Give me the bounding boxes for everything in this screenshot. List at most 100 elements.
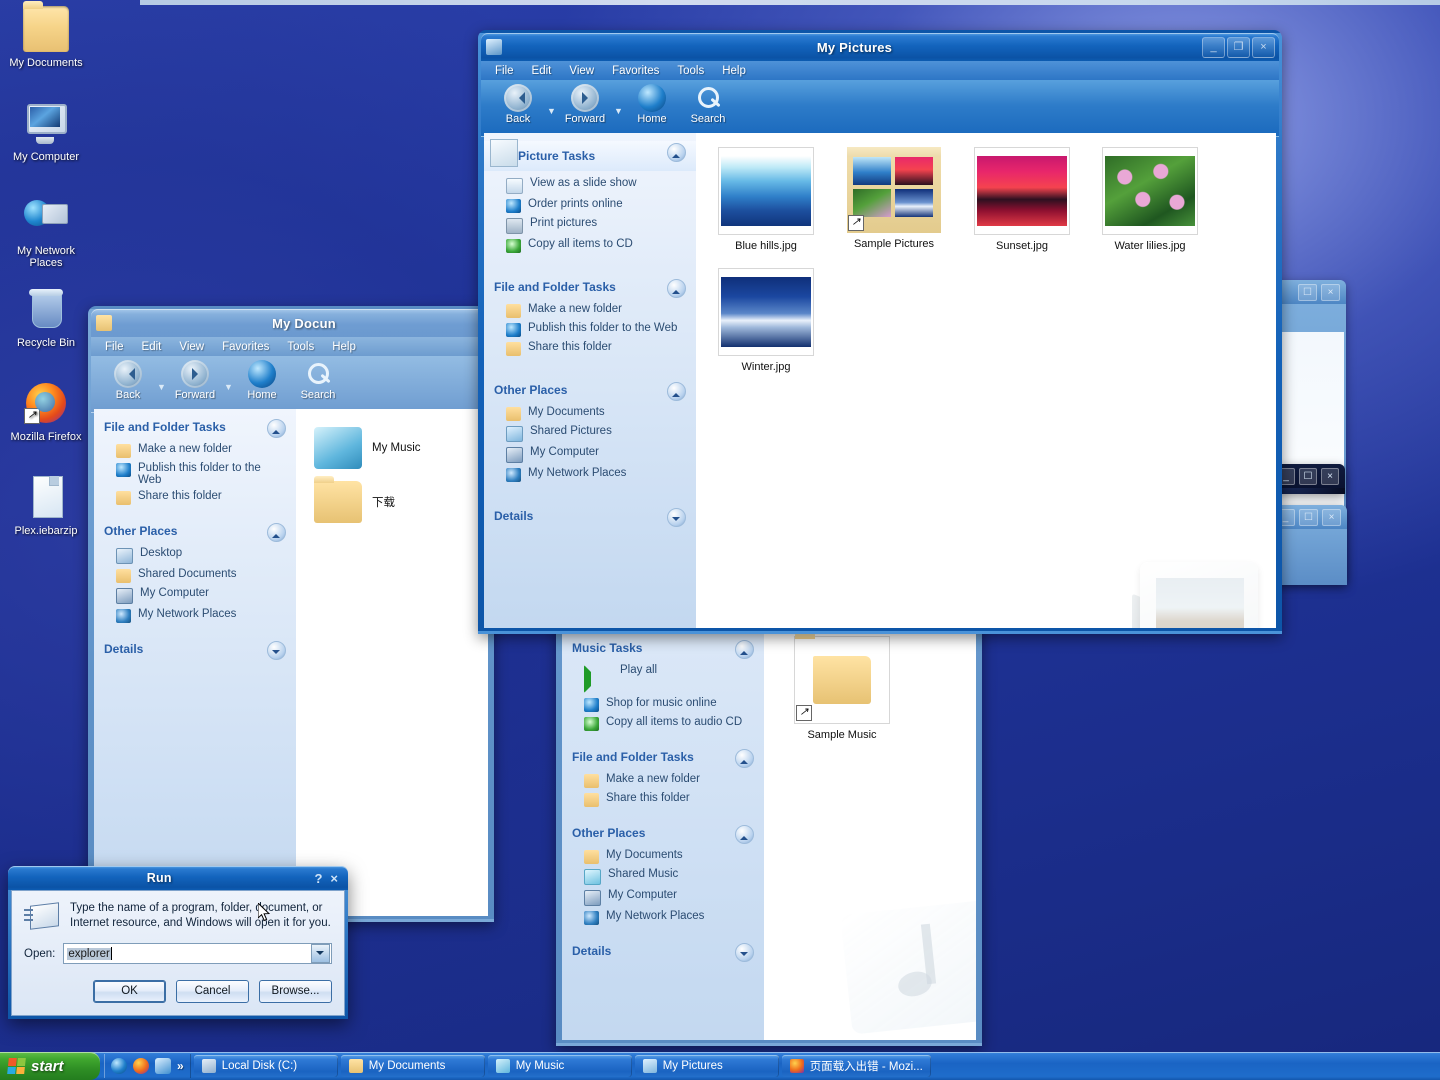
taskbar[interactable]: start » Local Disk (C:) My Documents My … [0,1052,1440,1080]
search-button[interactable]: Search [291,360,345,401]
desktop-icon-my-network-places[interactable]: My Network Places [0,194,92,270]
file-item[interactable]: Blue hills.jpg [712,147,820,252]
forward-button[interactable]: Forward [558,84,612,125]
taskbar-item-firefox[interactable]: 页面载入出错 - Mozi... [781,1055,931,1077]
menu-favorites[interactable]: Favorites [214,340,277,354]
menu-view[interactable]: View [561,64,602,78]
task-item[interactable]: Share this folder [94,488,296,507]
close-button[interactable]: × [1252,36,1275,58]
chevron-down-icon[interactable] [311,944,330,963]
forward-button[interactable]: Forward [168,360,222,401]
task-item[interactable]: Make a new folder [94,441,296,460]
cancel-button[interactable]: Cancel [176,980,249,1003]
task-section-header[interactable]: File and Folder Tasks [562,747,764,768]
task-item[interactable]: Publish this folder to the Web [484,320,696,339]
desktop-icon-mozilla-firefox[interactable]: ↗ Mozilla Firefox [0,380,92,444]
taskbar-item-my-music[interactable]: My Music [487,1055,632,1077]
chevron-up-icon[interactable] [267,523,286,542]
menu-view[interactable]: View [171,340,212,354]
my-pictures-window[interactable]: My Pictures _ ❐ × File Edit View Favorit… [478,30,1282,634]
chevron-up-icon[interactable] [667,382,686,401]
task-item[interactable]: Publish this folder to the Web [94,460,296,488]
desktop-icon-recycle-bin[interactable]: Recycle Bin [0,286,92,350]
maximize-button[interactable]: ☐ [1298,283,1317,301]
run-open-input[interactable]: explorer [63,943,332,964]
background-window-2[interactable]: _ ☐ × [1277,464,1345,494]
maximize-button[interactable]: ❐ [1227,36,1250,58]
task-section-header[interactable]: Details [484,506,696,527]
file-item[interactable]: Sunset.jpg [968,147,1076,252]
background-window-3[interactable]: _ ☐ × [1275,505,1347,585]
close-button[interactable]: × [1321,467,1339,485]
chevron-up-icon[interactable] [267,419,286,438]
back-dropdown[interactable]: ▼ [157,360,166,392]
run-window-controls[interactable]: ? × [310,871,348,886]
taskbar-item-my-documents[interactable]: My Documents [340,1055,485,1077]
background-window-2-titlebar[interactable]: _ ☐ × [1277,464,1345,488]
search-button[interactable]: Search [681,84,735,125]
task-section-header[interactable]: Picture Tasks [484,139,696,171]
file-item[interactable]: ↗ Sample Pictures [840,147,948,252]
my-documents-titlebar[interactable]: My Docun [91,309,491,337]
task-section-header[interactable]: Other Places [562,823,764,844]
background-window-1-titlebar[interactable]: ☐ × [1276,280,1346,304]
task-section-header[interactable]: Details [562,941,764,962]
task-item[interactable]: Copy all items to CD [484,236,696,255]
menu-favorites[interactable]: Favorites [604,64,667,78]
chevron-up-icon[interactable] [667,143,686,162]
task-item[interactable]: My Computer [94,585,296,606]
desktop-icon-plex-iebarzip[interactable]: Plex.iebarzip [0,474,92,538]
chevron-up-icon[interactable] [735,749,754,768]
task-item[interactable]: Order prints online [484,196,696,215]
taskbar-item-my-pictures[interactable]: My Pictures [634,1055,779,1077]
browse-button[interactable]: Browse... [259,980,332,1003]
menu-help[interactable]: Help [714,64,754,78]
task-item[interactable]: Make a new folder [484,301,696,320]
menu-tools[interactable]: Tools [669,64,712,78]
task-item[interactable]: My Documents [484,404,696,423]
menu-file[interactable]: File [97,340,132,354]
home-button[interactable]: Home [235,360,289,401]
task-section-header[interactable]: Other Places [94,521,296,542]
forward-dropdown[interactable]: ▼ [224,360,233,392]
menu-file[interactable]: File [487,64,522,78]
task-item[interactable]: My Documents [562,847,764,866]
task-section-header[interactable]: File and Folder Tasks [94,417,296,438]
desktop-icon-my-computer[interactable]: My Computer [0,100,92,164]
task-section-header[interactable]: Other Places [484,380,696,401]
task-item[interactable]: Make a new folder [562,771,764,790]
task-item[interactable]: Shared Pictures [484,423,696,444]
task-section-header[interactable]: File and Folder Tasks [484,277,696,298]
my-documents-menubar[interactable]: File Edit View Favorites Tools Help [91,337,491,356]
task-item[interactable]: Shared Music [562,866,764,887]
quick-launch-bar[interactable]: » [104,1054,191,1078]
run-titlebar[interactable]: Run ? × [8,866,348,890]
menu-edit[interactable]: Edit [134,340,170,354]
task-item[interactable]: Copy all items to audio CD [562,714,764,733]
taskbar-item-local-disk[interactable]: Local Disk (C:) [193,1055,338,1077]
task-item[interactable]: Shared Documents [94,566,296,585]
task-item[interactable]: Desktop [94,545,296,566]
minimize-button[interactable]: _ [1202,36,1225,58]
my-pictures-toolbar[interactable]: Back ▼ Forward ▼ Home Search [481,80,1279,137]
task-item[interactable]: Shop for music online [562,695,764,714]
forward-dropdown[interactable]: ▼ [614,84,623,116]
menu-edit[interactable]: Edit [524,64,560,78]
chevron-down-icon[interactable] [267,641,286,660]
back-button[interactable]: Back [491,84,545,125]
task-item[interactable]: Share this folder [562,790,764,809]
home-button[interactable]: Home [625,84,679,125]
chevron-up-icon[interactable] [667,279,686,298]
quick-launch-overflow-icon[interactable]: » [177,1059,184,1073]
internet-explorer-icon[interactable] [111,1058,127,1074]
task-item[interactable]: My Network Places [94,606,296,625]
task-item[interactable]: Print pictures [484,215,696,236]
chevron-up-icon[interactable] [735,640,754,659]
file-item[interactable]: Water lilies.jpg [1096,147,1204,252]
run-dialog[interactable]: Run ? × Type the name of a program, fold… [8,866,348,1019]
chevron-down-icon[interactable] [667,508,686,527]
close-button[interactable]: × [1321,283,1340,301]
back-dropdown[interactable]: ▼ [547,84,556,116]
task-item[interactable]: Play all [562,662,764,695]
outlook-express-icon[interactable] [155,1058,171,1074]
